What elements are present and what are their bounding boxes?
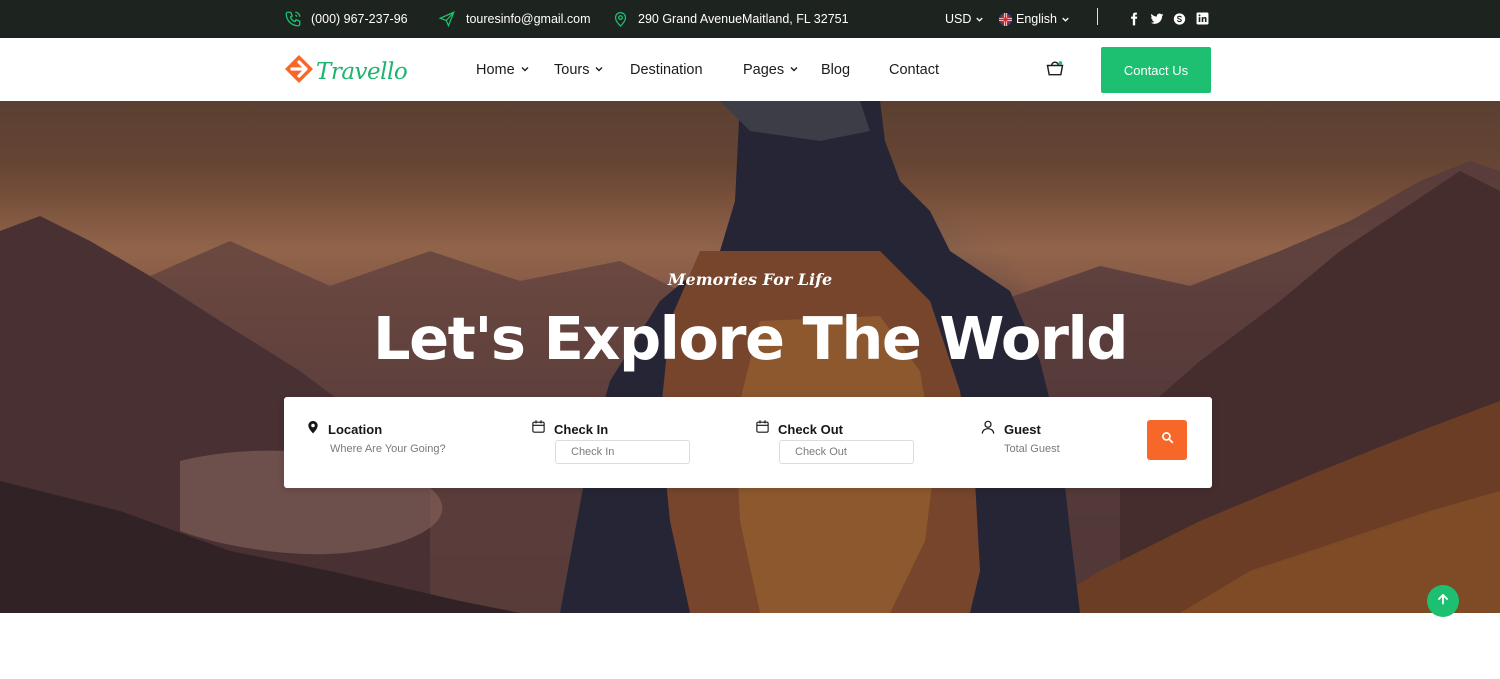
phone-contact[interactable]: (000) 967-237-96 — [284, 0, 408, 38]
linkedin-icon[interactable] — [1196, 12, 1210, 26]
phone-icon — [284, 10, 302, 28]
email-contact[interactable]: touresinfo@gmail.com — [437, 0, 591, 38]
paper-plane-icon — [437, 10, 457, 28]
location-field[interactable]: Location Where Are Your Going? — [306, 397, 506, 488]
check-out-label: Check Out — [778, 421, 844, 437]
user-icon — [980, 419, 996, 440]
address-contact: 290 Grand AvenueMaitland, FL 32751 — [612, 0, 849, 38]
location-hint: Where Are Your Going? — [330, 443, 446, 455]
check-in-label: Check In — [554, 421, 609, 437]
nav-tours[interactable]: Tours — [554, 38, 604, 101]
location-pin-icon — [306, 419, 320, 440]
email-address: touresinfo@gmail.com — [466, 12, 591, 26]
guest-field[interactable]: Guest Total Guest — [980, 397, 1130, 488]
plane-logo-icon — [284, 54, 314, 89]
twitter-icon[interactable] — [1150, 12, 1164, 26]
nav-label: Destination — [630, 61, 703, 78]
chevron-down-icon — [1061, 15, 1070, 24]
guest-label: Guest — [1004, 422, 1041, 437]
nav-label: Blog — [821, 61, 851, 78]
hero-banner: Memories For Life Let's Explore The Worl… — [0, 101, 1500, 613]
currency-value: USD — [945, 12, 972, 26]
nav-destination[interactable]: Destination — [630, 38, 703, 101]
check-out-field: Check Out — [755, 397, 935, 488]
topbar-divider — [1097, 8, 1098, 25]
currency-select[interactable]: USD — [945, 0, 984, 38]
chevron-down-icon — [520, 62, 530, 78]
chevron-down-icon — [594, 62, 604, 78]
location-label: Location — [328, 422, 383, 437]
nav-home[interactable]: Home — [476, 38, 530, 101]
check-out-input[interactable] — [779, 440, 914, 464]
nav-label: Home — [476, 61, 515, 78]
nav-pages[interactable]: Pages — [743, 38, 799, 101]
chevron-down-icon — [789, 62, 799, 78]
skype-icon[interactable] — [1173, 12, 1187, 26]
address-text: 290 Grand AvenueMaitland, FL 32751 — [638, 12, 849, 26]
nav-label: Contact — [889, 61, 939, 78]
guest-hint: Total Guest — [1004, 443, 1060, 455]
contact-us-button[interactable]: Contact Us — [1101, 47, 1211, 93]
brand-name: Travello — [316, 58, 408, 85]
nav-contact[interactable]: Contact — [889, 38, 939, 101]
language-value: English — [1016, 12, 1057, 26]
hero-tagline: Memories For Life — [667, 270, 833, 289]
arrow-up-icon — [1436, 592, 1450, 611]
nav-blog[interactable]: Blog — [821, 38, 850, 101]
search-button[interactable] — [1147, 420, 1187, 460]
top-bar: (000) 967-237-96 touresinfo@gmail.com 29… — [0, 0, 1500, 38]
uk-flag-icon — [999, 12, 1012, 26]
hero-headline: Let's Explore The World — [373, 304, 1128, 373]
nav-label: Tours — [554, 61, 590, 78]
facebook-icon[interactable] — [1127, 12, 1141, 26]
site-logo[interactable]: Travello — [284, 54, 408, 89]
phone-number: (000) 967-237-96 — [311, 12, 408, 26]
calendar-icon — [531, 419, 546, 439]
chevron-down-icon — [975, 15, 984, 24]
tour-search-form: Location Where Are Your Going? Check In … — [284, 397, 1212, 488]
scroll-to-top-button[interactable] — [1427, 585, 1459, 617]
language-select[interactable]: English — [999, 0, 1070, 38]
search-icon — [1161, 431, 1174, 449]
location-pin-icon — [612, 10, 629, 28]
cart-icon[interactable] — [1045, 58, 1065, 83]
nav-label: Pages — [743, 61, 785, 78]
check-in-input[interactable] — [555, 440, 690, 464]
check-in-field: Check In — [531, 397, 711, 488]
calendar-icon — [755, 419, 770, 439]
social-links — [1127, 0, 1210, 38]
